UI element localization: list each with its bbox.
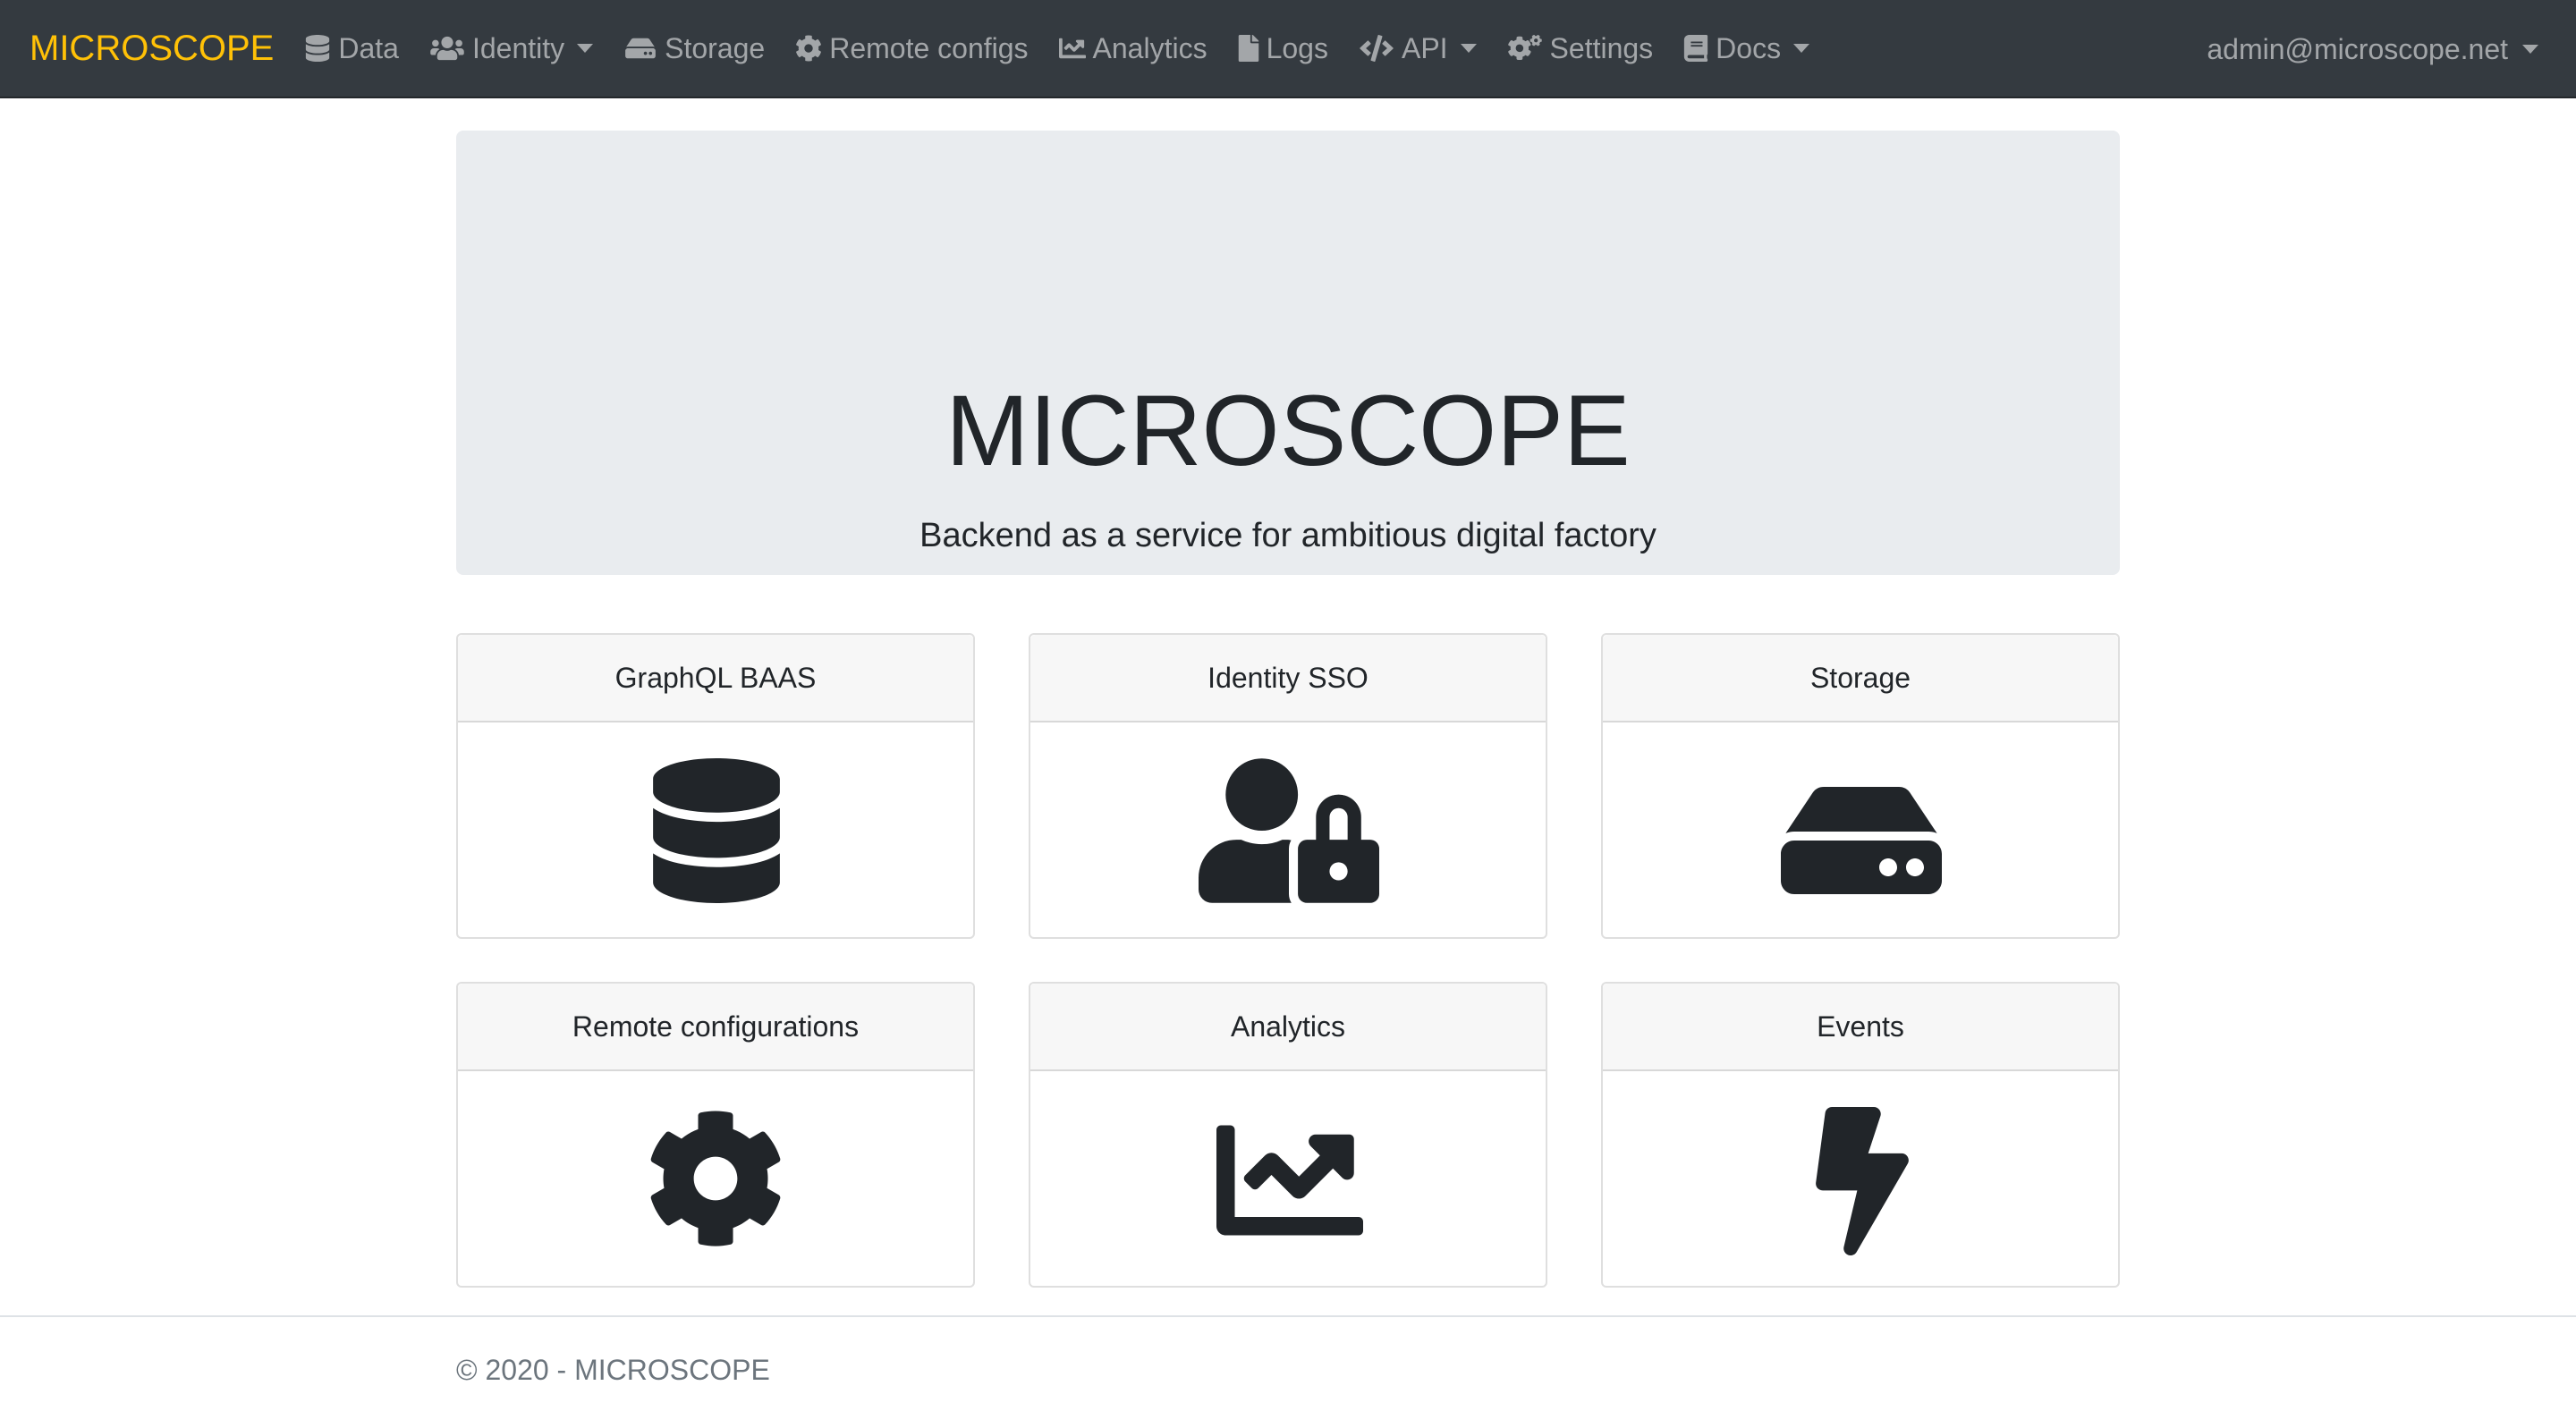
chevron-down-icon (1793, 44, 1810, 53)
cog-icon (796, 35, 822, 62)
card-identity-sso[interactable]: Identity SSO (1029, 633, 1547, 939)
top-navbar: MICROSCOPE Data Identity Storage Remote … (0, 0, 2576, 98)
nav-item-logs[interactable]: Logs (1238, 32, 1328, 65)
user-lock-icon (1199, 758, 1379, 903)
hdd-icon (625, 38, 656, 59)
nav-label-settings: Settings (1549, 31, 1654, 64)
card-title: Events (1603, 984, 2118, 1071)
nav-item-identity[interactable]: Identity (429, 31, 594, 65)
nav-item-docs[interactable]: Docs (1683, 31, 1810, 65)
hero-title: MICROSCOPE (945, 375, 1631, 486)
brand-logo[interactable]: MICROSCOPE (30, 29, 274, 69)
nav-item-data[interactable]: Data (304, 32, 399, 65)
card-title: Storage (1603, 635, 2118, 722)
card-remote-configurations[interactable]: Remote configurations (456, 982, 975, 1288)
bolt-icon (1816, 1107, 1909, 1255)
hdd-icon (1781, 787, 1942, 894)
hero-subtitle: Backend as a service for ambitious digit… (919, 517, 1657, 554)
cog-icon (650, 1111, 781, 1246)
file-icon (1238, 35, 1258, 62)
nav-item-remote-configs[interactable]: Remote configs (795, 31, 1029, 65)
nav-item-api[interactable]: API (1359, 32, 1477, 65)
card-title: Identity SSO (1030, 635, 1546, 722)
card-title: GraphQL BAAS (458, 635, 973, 722)
card-graphql-baas[interactable]: GraphQL BAAS (456, 633, 975, 939)
database-icon (653, 758, 780, 903)
nav-label-identity: Identity (471, 31, 565, 64)
book-icon (1684, 35, 1708, 62)
cogs-icon (1507, 35, 1542, 61)
users-icon (430, 36, 464, 61)
card-storage[interactable]: Storage (1601, 633, 2120, 939)
footer-divider (0, 1315, 2576, 1317)
chevron-down-icon (577, 44, 594, 53)
nav-label-analytics: Analytics (1092, 31, 1208, 64)
card-analytics[interactable]: Analytics (1029, 982, 1547, 1288)
nav-item-analytics[interactable]: Analytics (1058, 31, 1208, 65)
code-icon (1360, 35, 1394, 62)
nav-item-settings[interactable]: Settings (1507, 31, 1654, 65)
user-email: admin@microscope.net (2207, 32, 2508, 65)
nav-label-api: API (1401, 31, 1448, 64)
nav-item-storage[interactable]: Storage (623, 32, 765, 65)
footer-copyright: © 2020 - MICROSCOPE (456, 1354, 770, 1386)
nav-label-docs: Docs (1716, 31, 1782, 64)
chevron-down-icon (2522, 45, 2538, 54)
card-events[interactable]: Events (1601, 982, 2120, 1288)
card-title: Remote configurations (458, 984, 973, 1071)
card-title: Analytics (1030, 984, 1546, 1071)
user-menu[interactable]: admin@microscope.net (2207, 0, 2538, 98)
chart-line-icon (1058, 38, 1086, 59)
chevron-down-icon (1460, 44, 1477, 53)
chart-line-icon (1216, 1125, 1363, 1236)
nav-label-logs: Logs (1266, 31, 1328, 64)
hero-jumbotron: MICROSCOPE Backend as a service for ambi… (456, 131, 2120, 575)
nav-label-data: Data (338, 31, 399, 64)
nav-label-storage: Storage (665, 31, 766, 64)
nav-label-remote-configs: Remote configs (829, 31, 1029, 64)
database-icon (306, 35, 330, 62)
